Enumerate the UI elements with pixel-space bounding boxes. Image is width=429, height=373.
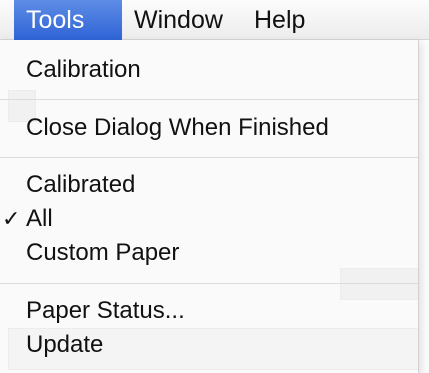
background-window-fragment xyxy=(340,268,418,300)
menu-item-custom-paper[interactable]: Custom Paper xyxy=(26,239,179,267)
menu-separator xyxy=(0,99,418,100)
tools-dropdown-menu: Calibration Close Dialog When Finished C… xyxy=(0,40,419,373)
menu-item-calibrated[interactable]: Calibrated xyxy=(26,171,135,199)
menu-help[interactable]: Help xyxy=(242,0,317,40)
menu-separator xyxy=(0,157,418,158)
checkmark-icon: ✓ xyxy=(2,206,21,231)
menu-window[interactable]: Window xyxy=(122,0,235,40)
menu-item-update[interactable]: Update xyxy=(26,331,103,359)
menu-item-calibration[interactable]: Calibration xyxy=(26,56,141,84)
screen: Tools Window Help Calibration Close Dial… xyxy=(0,0,429,373)
menu-separator xyxy=(0,283,418,284)
menu-item-close-dialog-when-finished[interactable]: Close Dialog When Finished xyxy=(26,114,329,142)
menu-bar: Tools Window Help xyxy=(0,0,429,40)
menu-item-all[interactable]: All xyxy=(26,205,53,233)
menu-item-paper-status[interactable]: Paper Status... xyxy=(26,297,185,325)
menu-tools[interactable]: Tools xyxy=(14,0,122,40)
